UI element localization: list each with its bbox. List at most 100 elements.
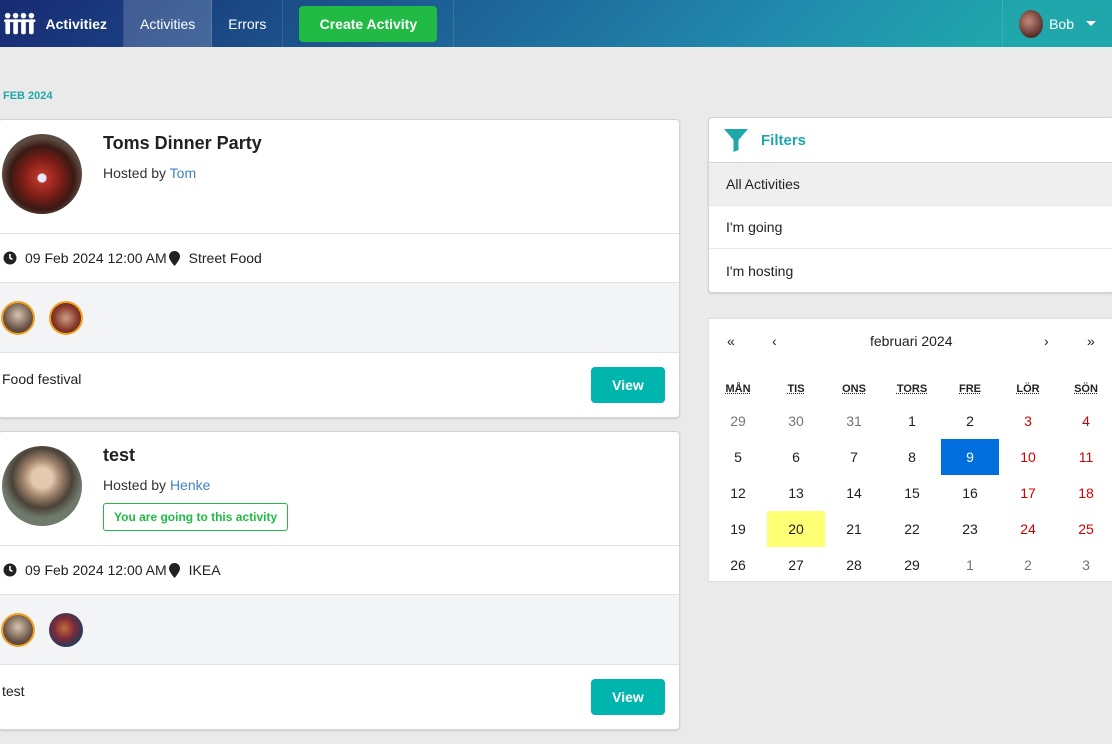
filter-all-activities[interactable]: All Activities	[709, 163, 1112, 206]
brand-link[interactable]: Activitiez	[0, 0, 124, 47]
nav-activities[interactable]: Activities	[124, 0, 213, 47]
user-avatar	[1019, 9, 1044, 38]
activity-meta: 09 Feb 2024 12:00 AM IKEA	[0, 546, 679, 595]
nav-errors[interactable]: Errors	[212, 0, 284, 47]
hosted-by-prefix: Hosted by	[103, 165, 170, 181]
filters-title: Filters	[761, 131, 807, 149]
map-marker-icon	[168, 562, 180, 578]
activity-card: Toms Dinner Party Hosted by Tom 09 Feb 2…	[0, 119, 680, 418]
prev-month-button[interactable]: ‹	[772, 333, 777, 349]
weekday-header: TIS	[787, 383, 805, 395]
activity-venue: Street Food	[188, 250, 262, 266]
calendar-day[interactable]: 29	[709, 403, 767, 439]
calendar-day[interactable]: 15	[883, 475, 941, 511]
calendar-day[interactable]: 20	[767, 511, 825, 547]
calendar-day[interactable]: 2	[999, 547, 1057, 583]
create-activity-wrapper: Create Activity	[283, 0, 455, 47]
user-menu[interactable]: Bob	[1002, 0, 1112, 47]
calendar-day[interactable]: 29	[883, 547, 941, 583]
attendees-list	[0, 283, 679, 353]
calendar-day[interactable]: 14	[825, 475, 883, 511]
calendar-day[interactable]: 24	[999, 511, 1057, 547]
activity-title[interactable]: Toms Dinner Party	[103, 133, 262, 154]
calendar-day[interactable]: 9	[941, 439, 999, 475]
activity-venue: IKEA	[188, 562, 221, 578]
host-avatar[interactable]	[2, 446, 82, 526]
calendar-day[interactable]: 23	[941, 511, 999, 547]
view-button[interactable]: View	[591, 679, 665, 715]
activity-meta: 09 Feb 2024 12:00 AM Street Food	[0, 234, 679, 283]
next-month-button[interactable]: ›	[1044, 333, 1049, 349]
calendar-day[interactable]: 7	[825, 439, 883, 475]
hosted-by-text: Hosted by Tom	[103, 165, 196, 181]
filters-menu: Filters All Activities I'm going I'm hos…	[708, 117, 1112, 293]
weekday-header: TORS	[896, 383, 928, 395]
attendee-avatar[interactable]	[1, 300, 35, 335]
calendar-day[interactable]: 16	[941, 475, 999, 511]
host-avatar[interactable]	[2, 134, 82, 214]
calendar-day[interactable]: 4	[1057, 403, 1112, 439]
calendar-day[interactable]: 17	[999, 475, 1057, 511]
going-status-label: You are going to this activity	[103, 503, 289, 531]
hosted-by-text: Hosted by Henke	[103, 477, 210, 493]
calendar-day[interactable]: 2	[941, 403, 999, 439]
chevron-down-icon	[1086, 21, 1096, 26]
calendar-day[interactable]: 3	[999, 403, 1057, 439]
calendar-day[interactable]: 10	[999, 439, 1057, 475]
calendar-day[interactable]: 28	[825, 547, 883, 583]
attendee-avatar[interactable]	[1, 612, 35, 647]
filters-header: Filters	[709, 118, 1112, 163]
calendar-day[interactable]: 3	[1057, 547, 1112, 583]
calendar-day[interactable]: 25	[1057, 511, 1112, 547]
calendar-day[interactable]: 27	[767, 547, 825, 583]
attendee-avatar[interactable]	[49, 612, 83, 647]
attendee-avatar[interactable]	[49, 300, 83, 335]
weekday-header: LÖR	[1016, 383, 1040, 395]
top-navbar: Activitiez Activities Errors Create Acti…	[0, 0, 1112, 47]
prev-year-button[interactable]: «	[727, 333, 735, 349]
calendar-day[interactable]: 12	[709, 475, 767, 511]
calendar-day[interactable]: 18	[1057, 475, 1112, 511]
activity-title[interactable]: test	[103, 445, 135, 466]
calendar-day[interactable]: 13	[767, 475, 825, 511]
create-activity-button[interactable]: Create Activity	[299, 5, 438, 42]
activity-card-header: Toms Dinner Party Hosted by Tom	[0, 120, 679, 234]
weekday-header: MÅN	[725, 383, 751, 395]
activity-footer: Food festival View	[0, 353, 679, 417]
calendar-day[interactable]: 1	[883, 403, 941, 439]
view-button[interactable]: View	[591, 367, 665, 403]
activity-card-header: test Hosted by Henke You are going to th…	[0, 432, 679, 546]
calendar-day[interactable]: 26	[709, 547, 767, 583]
calendar-day[interactable]: 11	[1057, 439, 1112, 475]
brand-name: Activitiez	[45, 15, 107, 32]
user-name: Bob	[1049, 15, 1074, 32]
calendar-day[interactable]: 1	[941, 547, 999, 583]
host-link[interactable]: Henke	[170, 477, 210, 493]
calendar-day[interactable]: 6	[767, 439, 825, 475]
hosted-by-prefix: Hosted by	[103, 477, 170, 493]
calendar-day[interactable]: 22	[883, 511, 941, 547]
attendees-list	[0, 595, 679, 665]
weekday-header: ONS	[842, 383, 866, 395]
month-group-label: FEB 2024	[3, 90, 53, 102]
filter-im-hosting[interactable]: I'm hosting	[709, 249, 1112, 292]
calendar-navigation: « ‹ februari 2024 › »	[709, 319, 1112, 361]
calendar-day[interactable]: 5	[709, 439, 767, 475]
host-link[interactable]: Tom	[170, 165, 196, 181]
calendar-day[interactable]: 8	[883, 439, 941, 475]
calendar-day[interactable]: 19	[709, 511, 767, 547]
map-marker-icon	[168, 250, 180, 266]
clock-icon	[3, 563, 17, 577]
calendar-month-label[interactable]: februari 2024	[870, 333, 953, 349]
weekday-header: SÖN	[1074, 383, 1098, 395]
activity-footer: test View	[0, 665, 679, 729]
calendar-day[interactable]: 21	[825, 511, 883, 547]
next-year-button[interactable]: »	[1087, 333, 1095, 349]
calendar-day[interactable]: 31	[825, 403, 883, 439]
weekday-header: FRE	[959, 383, 981, 395]
group-logo-icon	[4, 12, 36, 34]
filter-im-going[interactable]: I'm going	[709, 206, 1112, 249]
calendar-day[interactable]: 30	[767, 403, 825, 439]
activity-date: 09 Feb 2024 12:00 AM	[25, 250, 167, 266]
activity-date: 09 Feb 2024 12:00 AM	[25, 562, 167, 578]
